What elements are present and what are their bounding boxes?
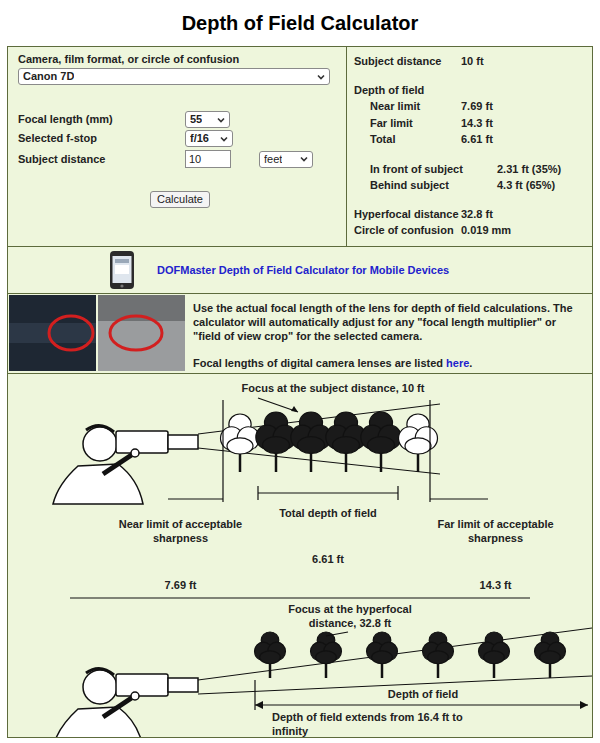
- chevron: [219, 134, 229, 144]
- tree: [479, 632, 510, 678]
- camera-select[interactable]: Canon 7D: [18, 68, 330, 85]
- dof-diagram: Focus at the subject distance, 10 ft Tota…: [8, 373, 592, 737]
- focal-length-select[interactable]: 55: [185, 111, 230, 128]
- focal-text: Focal lengths of digital camera lenses a…: [193, 357, 446, 369]
- hyperfocal-note: Depth of field extends from 16.4 ft to i…: [272, 710, 472, 737]
- calculator-box: Camera, film format, or circle of confus…: [7, 46, 593, 738]
- split-value: 2.31 ft (35%): [461, 161, 592, 178]
- dof-row-value: 14.3 ft: [461, 115, 592, 132]
- mobile-row: DOFMaster Depth of Field Calculator for …: [8, 246, 592, 293]
- tree: [361, 412, 401, 472]
- calculate-button[interactable]: Calculate: [150, 191, 210, 208]
- tree: [311, 632, 342, 678]
- dof-row-value: 6.61 ft: [461, 131, 592, 148]
- button-row: Calculate: [18, 191, 346, 208]
- tree: [326, 412, 366, 472]
- extra-row-label: Circle of confusion: [354, 222, 461, 239]
- focal-lengths-note: Focal lengths of digital camera lenses a…: [193, 356, 581, 370]
- dof-row: Total6.61 ft: [354, 131, 592, 148]
- unit-select[interactable]: feet: [259, 151, 313, 168]
- split-row: Behind subject4.3 ft (65%): [354, 177, 592, 194]
- calculator-form: Camera, film format, or circle of confus…: [8, 47, 346, 246]
- lens-note: Use the actual focal length of the lens …: [185, 294, 585, 373]
- focal-length-select-value: 55: [190, 114, 202, 125]
- near-limit-value: 7.69 ft: [113, 578, 248, 592]
- fstop-label: Selected f-stop: [18, 130, 185, 147]
- dof-row-label: Total: [354, 131, 461, 148]
- hyperfocal-caption: Focus at the hyperfocal distance, 32.8 f…: [270, 602, 430, 630]
- chevron-icon: [316, 72, 326, 82]
- lens-note-text: Use the actual focal length of the lens …: [193, 301, 581, 343]
- mobile-link[interactable]: DOFMaster Depth of Field Calculator for …: [157, 262, 449, 279]
- near-limit-label: Near limit of acceptable sharpness: [113, 517, 248, 545]
- phone-icon: [100, 250, 144, 290]
- focal-end: .: [469, 357, 472, 369]
- dof-row-label: Far limit: [354, 115, 461, 132]
- camera-select-value: Canon 7D: [23, 71, 74, 82]
- dof-row-value: 7.69 ft: [461, 98, 592, 115]
- tree: [221, 414, 260, 472]
- split-value: 4.3 ft (65%): [461, 177, 592, 194]
- tree: [255, 632, 286, 678]
- extra-row-value: 32.8 ft: [461, 206, 592, 223]
- far-limit-label: Far limit of acceptable sharpness: [433, 517, 558, 545]
- extra-row-label: Hyperfocal distance: [354, 206, 461, 223]
- diagram-canvas: [8, 374, 592, 737]
- subject-distance-input[interactable]: [185, 150, 231, 168]
- diagram-drawing: [8, 374, 592, 737]
- chevron: [316, 72, 326, 82]
- far-limit-value: 14.3 ft: [433, 578, 558, 592]
- total-dof-value: 6.61 ft: [273, 552, 383, 566]
- dof-heading: Depth of field: [354, 82, 592, 99]
- lens-row: Use the actual focal length of the lens …: [8, 293, 592, 373]
- chevron-icon: [299, 154, 309, 164]
- dof-row: Far limit14.3 ft: [354, 115, 592, 132]
- total-dof-label: Total depth of field: [273, 506, 383, 520]
- tree: [423, 632, 454, 678]
- focal-length-label: Focal length (mm): [18, 111, 185, 128]
- photographer: [53, 425, 198, 504]
- tree: [399, 414, 438, 472]
- results-panel: Subject distance10 ft Depth of fieldNear …: [346, 47, 592, 246]
- extra-row: Hyperfocal distance32.8 ft: [354, 206, 592, 223]
- tree: [535, 632, 566, 678]
- lens-photo: [98, 295, 185, 371]
- tree: [256, 412, 296, 472]
- chevron-icon: [216, 115, 226, 125]
- camera-label: Camera, film format, or circle of confus…: [18, 52, 346, 66]
- subject-distance-result: Subject distance10 ft: [354, 53, 592, 70]
- subject-caption: Focus at the subject distance, 10 ft: [213, 381, 453, 395]
- fstop-row: Selected f-stop f/16: [18, 130, 346, 147]
- tree: [291, 412, 331, 472]
- form-rows: Focal length (mm) 55 Selected f-stop f/16 Su…: [18, 111, 346, 169]
- page-title: Depth of Field Calculator: [182, 8, 419, 38]
- chevron-icon: [219, 134, 229, 144]
- extra-row: Circle of confusion0.019 mm: [354, 222, 592, 239]
- tree: [367, 632, 398, 678]
- subject-distance-result-label: Subject distance: [354, 53, 461, 70]
- subject-distance-inputs: feet: [185, 150, 346, 168]
- extra-group: Hyperfocal distance32.8 ftCircle of conf…: [354, 206, 592, 239]
- unit-select-value: feet: [264, 154, 282, 165]
- fstop-select[interactable]: f/16: [185, 130, 233, 147]
- subject-distance-row: Subject distance feet: [18, 149, 346, 169]
- dof-row: Near limit7.69 ft: [354, 98, 592, 115]
- photographer: [53, 668, 198, 737]
- focal-length-row: Focal length (mm) 55: [18, 111, 346, 128]
- subject-distance-result-value: 10 ft: [461, 53, 592, 70]
- dof-label: Depth of field: [368, 687, 478, 701]
- split-label: In front of subject: [354, 161, 461, 178]
- split-group: In front of subject2.31 ft (35%)Behind s…: [354, 161, 592, 194]
- dof-row-label: Near limit: [354, 98, 461, 115]
- page-title-bar: Depth of Field Calculator: [0, 0, 600, 46]
- subject-distance-label: Subject distance: [18, 151, 185, 168]
- extra-row-value: 0.019 mm: [461, 222, 592, 239]
- split-row: In front of subject2.31 ft (35%): [354, 161, 592, 178]
- lens-photo: [9, 295, 96, 371]
- chevron: [216, 115, 226, 125]
- focal-link[interactable]: here: [446, 357, 469, 369]
- fstop-select-value: f/16: [190, 133, 209, 144]
- split-label: Behind subject: [354, 177, 461, 194]
- chevron: [299, 154, 309, 164]
